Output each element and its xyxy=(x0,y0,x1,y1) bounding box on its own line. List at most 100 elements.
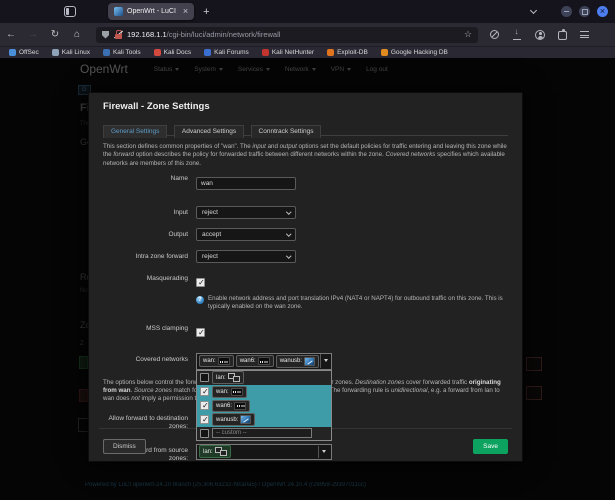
nav-menu-item[interactable]: Services xyxy=(238,66,270,73)
intra-zone-forward-select[interactable]: reject xyxy=(196,250,296,263)
masquerading-help: Enable network address and port translat… xyxy=(196,295,511,311)
modal-tab[interactable]: Advanced Settings xyxy=(174,125,244,138)
bookmark-label: Exploit-DB xyxy=(337,49,368,56)
bookmark-favicon xyxy=(154,49,161,56)
dropdown-open-button[interactable] xyxy=(320,354,331,368)
triangle-down-icon xyxy=(324,359,328,362)
bookmark-star-icon[interactable]: ☆ xyxy=(464,29,472,40)
covered-networks-dropdown: lan: wan: xyxy=(196,370,332,441)
nav-menu-item[interactable]: System xyxy=(194,66,223,73)
hamburger-menu-icon[interactable] xyxy=(580,31,589,38)
reload-button[interactable] xyxy=(44,23,66,46)
option-checkbox[interactable] xyxy=(200,401,209,410)
forwarding-text-part: unidirectional xyxy=(391,387,427,394)
downloads-icon[interactable] xyxy=(512,29,522,40)
back-button[interactable] xyxy=(0,23,22,46)
covered-networks-multiselect[interactable]: wan: wan6: wanusb: xyxy=(196,353,332,370)
background-select-fragment xyxy=(526,386,542,400)
network-interface-icon xyxy=(228,373,240,382)
bookmark-item[interactable]: Kali Tools xyxy=(103,49,141,56)
bookmark-item[interactable]: Kali Docs xyxy=(154,49,191,56)
account-icon[interactable] xyxy=(535,30,545,40)
mss-clamping-checkbox[interactable] xyxy=(196,328,205,337)
nav-menu-label: Status xyxy=(154,66,172,73)
nav-menu-item[interactable]: Network xyxy=(285,66,316,73)
nav-menu-item[interactable]: VPN xyxy=(331,66,351,73)
url-text[interactable]: 192.168.1.1/cgi-bin/luci/admin/network/f… xyxy=(127,30,459,39)
firefox-view-icon[interactable] xyxy=(64,6,76,17)
modal-tab[interactable]: Conntrack Settings xyxy=(251,125,322,138)
selected-network-chip[interactable]: wan: xyxy=(199,355,234,367)
nav-menu-label: Log out xyxy=(366,66,388,73)
bookmark-item[interactable]: Exploit-DB xyxy=(327,49,368,56)
bookmark-label: Kali Docs xyxy=(164,49,191,56)
dropdown-option[interactable]: wan6: xyxy=(197,399,331,413)
bookmark-item[interactable]: Kali NetHunter xyxy=(262,49,314,56)
dropdown-custom-row[interactable]: -- custom -- xyxy=(197,427,331,440)
name-input[interactable] xyxy=(196,177,296,190)
caret-down-icon xyxy=(312,68,316,71)
chip-label: wanusb: xyxy=(216,417,238,423)
input-policy-value: reject xyxy=(202,209,218,216)
input-policy-select[interactable]: reject xyxy=(196,206,296,219)
network-interface-icon xyxy=(218,357,230,365)
bookmark-label: Kali Tools xyxy=(113,49,141,56)
bookmark-favicon xyxy=(381,49,388,56)
intro-text-part: option describes the policy for forwarde… xyxy=(134,151,386,158)
save-button[interactable]: Save xyxy=(473,439,508,454)
extensions-icon[interactable] xyxy=(558,31,567,40)
insecure-lock-icon[interactable] xyxy=(114,30,122,39)
field-row-output: Output accept xyxy=(103,228,508,241)
home-button[interactable] xyxy=(66,23,88,46)
mss-clamping-label: MSS clamping xyxy=(103,322,188,333)
dismiss-button[interactable]: Dismiss xyxy=(103,439,146,454)
dropdown-option[interactable]: wanusb: xyxy=(197,413,331,427)
chip-label: wanusb: xyxy=(280,358,302,364)
window-maximize-button[interactable] xyxy=(579,6,590,17)
bookmark-label: OffSec xyxy=(19,49,39,56)
permissions-blocked-icon[interactable] xyxy=(490,30,499,39)
bookmark-favicon xyxy=(52,49,59,56)
nav-menu-item[interactable]: Status xyxy=(154,66,179,73)
list-all-tabs-chevron-down-icon[interactable] xyxy=(530,7,537,14)
bookmark-item[interactable]: OffSec xyxy=(9,49,39,56)
output-label: Output xyxy=(103,228,188,239)
zone-settings-modal: Firewall - Zone Settings General Setting… xyxy=(88,92,523,462)
output-policy-select[interactable]: accept xyxy=(196,228,296,241)
selected-network-chip[interactable]: wan6: xyxy=(236,355,274,367)
tracking-shield-icon[interactable] xyxy=(102,31,109,39)
intra-zone-forward-label: Intra zone forward xyxy=(103,250,188,261)
forwarding-text-part: cover forwarded traffic xyxy=(404,379,469,386)
option-checkbox[interactable] xyxy=(200,387,209,396)
bookmark-item[interactable]: Kali Linux xyxy=(52,49,90,56)
custom-checkbox[interactable] xyxy=(200,429,209,438)
window-minimize-button[interactable] xyxy=(561,6,572,17)
network-interface-icon xyxy=(234,402,246,410)
bookmark-item[interactable]: Google Hacking DB xyxy=(381,49,448,56)
new-tab-button[interactable]: + xyxy=(203,6,209,18)
custom-network-input[interactable]: -- custom -- xyxy=(212,428,312,438)
dropdown-option[interactable]: lan: xyxy=(197,371,331,385)
intro-text-part: Covered networks xyxy=(386,151,436,158)
selected-network-chip[interactable]: wanusb: xyxy=(276,355,319,368)
window-close-button[interactable] xyxy=(597,6,608,17)
browser-tab[interactable]: OpenWrt - LuCI × xyxy=(108,3,194,20)
intro-text-part: and xyxy=(266,143,280,150)
forward-button[interactable] xyxy=(22,23,44,46)
dropdown-option[interactable]: wan: xyxy=(197,385,331,399)
modal-tab[interactable]: General Settings xyxy=(103,125,167,138)
option-network-chip: wan: xyxy=(212,386,247,398)
caret-down-icon xyxy=(266,68,270,71)
background-wan-zone-badge xyxy=(79,389,88,402)
nav-menu-item[interactable]: Log out xyxy=(366,66,388,73)
option-checkbox[interactable] xyxy=(200,373,209,382)
url-bar[interactable]: 192.168.1.1/cgi-bin/luci/admin/network/f… xyxy=(96,27,478,43)
tab-close-icon[interactable]: × xyxy=(183,7,188,16)
intro-text-part: forward xyxy=(113,151,134,158)
option-checkbox[interactable] xyxy=(200,415,209,424)
network-interface-icon xyxy=(258,357,270,365)
masquerading-checkbox[interactable] xyxy=(196,278,205,287)
bookmark-item[interactable]: Kali Forums xyxy=(204,49,249,56)
browser-toolbar: 192.168.1.1/cgi-bin/luci/admin/network/f… xyxy=(0,23,615,46)
intro-text-part: input xyxy=(252,143,265,150)
